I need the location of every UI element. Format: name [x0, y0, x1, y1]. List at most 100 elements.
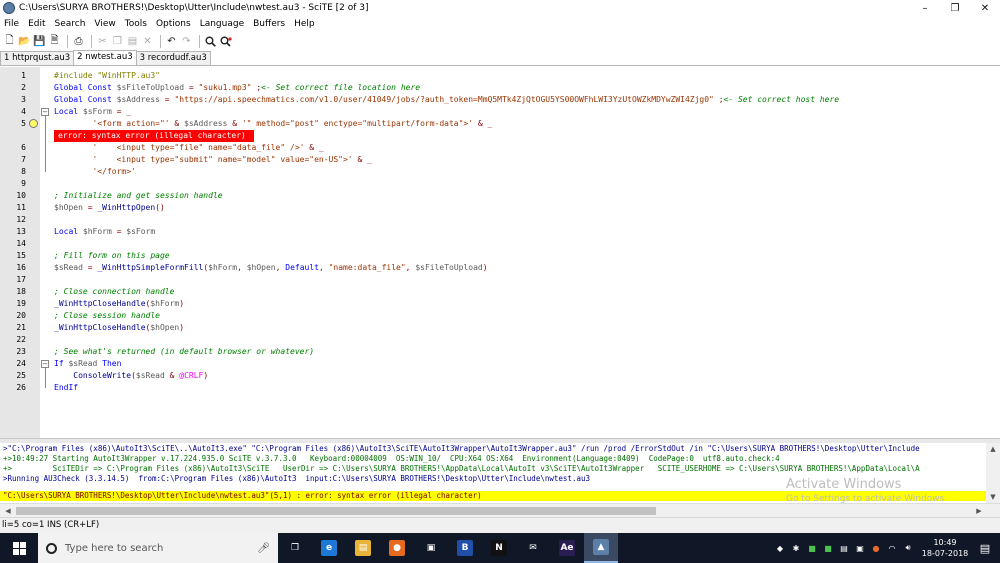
error-marker-icon[interactable] — [29, 119, 38, 128]
app2-tray-icon[interactable]: ▣ — [854, 542, 866, 554]
menu-view[interactable]: View — [94, 19, 115, 29]
taskbar-search-box[interactable]: Type here to search 🎤︎ — [38, 533, 278, 563]
menu-language[interactable]: Language — [200, 19, 244, 29]
open-folder-icon[interactable]: 📂 — [18, 35, 31, 48]
code-line[interactable]: 26 EndIf — [0, 382, 1000, 394]
menu-search[interactable]: Search — [55, 19, 86, 29]
code-text: Local $hForm = $sForm — [54, 226, 155, 238]
print-icon[interactable]: ⎙ — [72, 35, 85, 48]
code-line[interactable]: 2 Global Const $sFileToUpload = "suku1.mp… — [0, 82, 1000, 94]
microphone-icon[interactable]: 🎤︎ — [257, 543, 270, 554]
scroll-thumb[interactable] — [16, 507, 656, 515]
code-line[interactable]: 1 #include "WinHTTP.au3" — [0, 70, 1000, 82]
scroll-up-icon[interactable]: ▲ — [986, 443, 1000, 455]
code-editor[interactable]: 1 #include "WinHTTP.au3" 2 Global Const $sF… — [0, 67, 1000, 438]
code-line[interactable]: 23 ; See what's returned (in default brow… — [0, 346, 1000, 358]
shield-tray-icon[interactable]: ■ — [806, 542, 818, 554]
scroll-right-icon[interactable]: ▶ — [972, 505, 986, 517]
tab-recordudf[interactable]: 3 recordudf.au3 — [135, 51, 211, 65]
mail-taskbar-button[interactable]: ✉ — [516, 533, 550, 563]
code-line[interactable]: 7 ' <input type="submit" name="model" va… — [0, 154, 1000, 166]
edge-taskbar-button[interactable]: e — [312, 533, 346, 563]
network-tray-icon[interactable]: ◆ — [774, 542, 786, 554]
redo-icon[interactable]: ↷ — [180, 35, 193, 48]
after-effects-taskbar-button[interactable]: Ae — [550, 533, 584, 563]
code-line[interactable]: 24 If $sRead Then — [0, 358, 1000, 370]
code-line[interactable]: 13 Local $hForm = $sForm — [0, 226, 1000, 238]
volume-tray-icon[interactable]: 🔊︎ — [902, 542, 914, 554]
scite-taskbar-taskbar-button[interactable]: ▲ — [584, 533, 618, 563]
start-button[interactable] — [0, 533, 38, 563]
file-explorer-taskbar-button[interactable]: ▤ — [346, 533, 380, 563]
new-file-icon[interactable]: 🗋 — [3, 35, 16, 48]
code-line[interactable]: 4 Local $sForm = _ — [0, 106, 1000, 118]
task-view-taskbar-button[interactable]: ❐ — [278, 533, 312, 563]
menu-edit[interactable]: Edit — [28, 19, 45, 29]
code-line[interactable]: 12 — [0, 214, 1000, 226]
paste-icon[interactable]: ▤ — [126, 35, 139, 48]
code-line[interactable]: 9 — [0, 178, 1000, 190]
code-token: _WinHttpOpen — [97, 203, 156, 212]
code-line[interactable]: 11 $hOpen = _WinHttpOpen() — [0, 202, 1000, 214]
netflix-taskbar-button[interactable]: N — [482, 533, 516, 563]
line-number: 4 — [21, 107, 26, 116]
code-line[interactable]: 5 '<form action="' & $sAddress & '" meth… — [0, 118, 1000, 130]
fold-toggle-icon[interactable]: − — [41, 360, 49, 368]
find-icon[interactable] — [204, 35, 217, 48]
code-line[interactable]: 25 ConsoleWrite($sRead & @CRLF) — [0, 370, 1000, 382]
code-line[interactable]: 15 ; Fill form on this page — [0, 250, 1000, 262]
code-line[interactable]: 10 ; Initialize and get session handle — [0, 190, 1000, 202]
scroll-down-icon[interactable]: ▼ — [986, 491, 1000, 503]
delete-icon[interactable]: ✕ — [141, 35, 154, 48]
code-line[interactable]: 6 ' <input type="file" name="data_file" … — [0, 142, 1000, 154]
bluetooth-tray-icon[interactable]: ✱ — [790, 542, 802, 554]
scroll-left-icon[interactable]: ◀ — [1, 505, 15, 517]
output-vertical-scrollbar[interactable]: ▲ ▼ — [986, 443, 1000, 503]
app-tray-icon[interactable]: ■ — [822, 542, 834, 554]
firefox-taskbar-button[interactable]: ● — [380, 533, 414, 563]
menu-options[interactable]: Options — [156, 19, 191, 29]
menu-file[interactable]: File — [4, 19, 19, 29]
code-line[interactable]: 17 — [0, 274, 1000, 286]
code-line[interactable]: 8 '</form>' — [0, 166, 1000, 178]
code-token: ; Close connection handle — [54, 287, 175, 296]
taskbar-apps: ❐ e ▤ ● ▣ B N ✉ Ae ▲ — [278, 533, 618, 563]
clock-date: 18-07-2018 — [921, 549, 969, 558]
code-token: <- Set correct host here — [723, 95, 840, 104]
close-button[interactable]: ✕ — [970, 0, 1000, 16]
menu-tools[interactable]: Tools — [125, 19, 147, 29]
menu-help[interactable]: Help — [294, 19, 315, 29]
line-number: 12 — [16, 215, 26, 224]
wifi-tray-icon[interactable]: ◠ — [886, 542, 898, 554]
buffer-tabs: 1 httprqust.au3 2 nwtest.au3 3 recordudf… — [0, 50, 1000, 66]
fold-toggle-icon[interactable]: − — [41, 108, 49, 116]
undo-icon[interactable]: ↶ — [165, 35, 178, 48]
code-line[interactable]: 14 — [0, 238, 1000, 250]
maximize-button[interactable]: ❐ — [940, 0, 970, 16]
store-taskbar-button[interactable]: ▣ — [414, 533, 448, 563]
replace-icon[interactable] — [219, 35, 232, 48]
ime-tray-icon[interactable]: ● — [870, 542, 882, 554]
code-line[interactable]: 22 — [0, 334, 1000, 346]
code-line[interactable]: 19 _WinHttpCloseHandle($hForm) — [0, 298, 1000, 310]
menu-buffers[interactable]: Buffers — [253, 19, 285, 29]
tab-httprqust[interactable]: 1 httprqust.au3 — [0, 51, 75, 65]
save-icon[interactable]: 💾 — [33, 35, 46, 48]
code-line[interactable]: 3 Global Const $sAddress = "https://api.s… — [0, 94, 1000, 106]
code-line[interactable]: 18 ; Close connection handle — [0, 286, 1000, 298]
output-horizontal-scrollbar[interactable]: ◀ ▶ — [0, 503, 1000, 517]
code-line[interactable]: 20 ; Close session handle — [0, 310, 1000, 322]
minimize-button[interactable]: – — [910, 0, 940, 16]
b-app-taskbar-button[interactable]: B — [448, 533, 482, 563]
code-line[interactable]: 16 $sRead = _WinHttpSimpleFormFill($hForm… — [0, 262, 1000, 274]
tab-nwtest[interactable]: 2 nwtest.au3 — [73, 50, 137, 65]
keyboard-tray-icon[interactable]: ▤ — [838, 542, 850, 554]
code-token: ; Initialize and get session handle — [54, 191, 223, 200]
copy-icon[interactable]: ❐ — [111, 35, 124, 48]
code-line[interactable]: 21 _WinHttpCloseHandle($hOpen) — [0, 322, 1000, 334]
action-center-icon[interactable]: ▤ — [970, 533, 1000, 563]
taskbar-clock[interactable]: 10:49 18-07-2018 — [920, 537, 970, 559]
save-as-icon[interactable]: 🗎 — [48, 35, 61, 48]
cut-icon[interactable]: ✂ — [96, 35, 109, 48]
